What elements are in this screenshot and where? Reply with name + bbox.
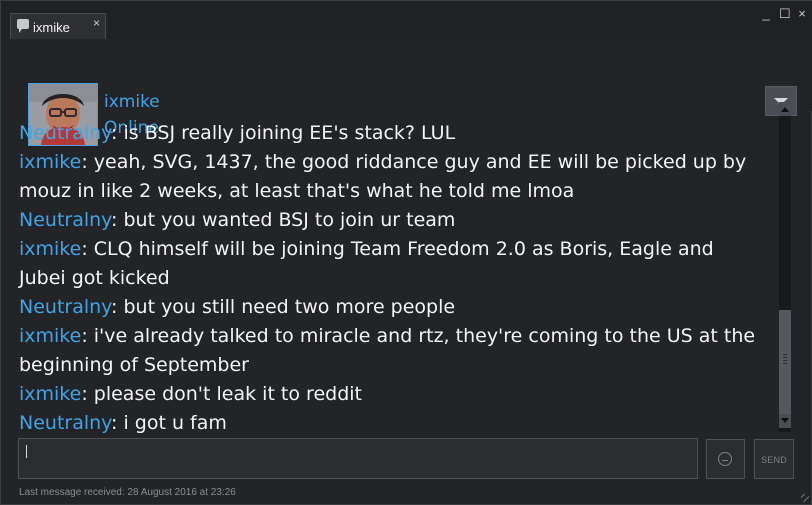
message-text: : CLQ himself will be joining Team Freed… — [19, 238, 714, 289]
chat-window: ixmike × _ ☐ × ixmike Online Neutralny: … — [0, 0, 812, 505]
chat-message: ixmike: i've already talked to miracle a… — [19, 322, 761, 380]
message-text: : but you still need two more people — [111, 296, 456, 318]
message-text: : but you wanted BSJ to join ur team — [111, 209, 456, 231]
friend-header: ixmike Online — [1, 39, 812, 146]
send-button[interactable]: SEND — [754, 439, 794, 479]
scroll-down-icon[interactable] — [779, 414, 791, 428]
message-text: : is BSJ really joining EE's stack? LUL — [111, 122, 456, 144]
emoji-button[interactable] — [706, 439, 745, 479]
text-caret — [26, 445, 27, 458]
resize-grip-icon[interactable] — [801, 494, 809, 502]
window-controls: _ ☐ × — [761, 6, 807, 22]
message-sender: ixmike — [19, 151, 82, 173]
title-bar: ixmike × _ ☐ × — [1, 1, 812, 40]
chat-message: Neutralny: is BSJ really joining EE's st… — [19, 119, 761, 148]
message-text: : yeah, SVG, 1437, the good riddance guy… — [19, 151, 747, 202]
message-text: : please don't leak it to reddit — [81, 383, 362, 405]
message-sender: Neutralny — [19, 412, 112, 434]
message-sender: Neutralny — [19, 296, 112, 318]
chat-message: Neutralny: i got u fam — [19, 409, 761, 437]
chat-tab[interactable]: ixmike × — [10, 13, 106, 40]
message-sender: ixmike — [19, 383, 82, 405]
close-icon[interactable]: × — [93, 16, 100, 30]
message-sender: ixmike — [19, 325, 82, 347]
minimize-icon[interactable]: _ — [761, 6, 771, 22]
close-icon[interactable]: × — [797, 6, 807, 22]
chat-icon — [17, 19, 29, 33]
chat-message: Neutralny: but you still need two more p… — [19, 293, 761, 322]
message-input[interactable] — [18, 438, 698, 479]
friend-name: ixmike — [104, 92, 160, 112]
emoji-icon — [718, 452, 732, 466]
message-sender: Neutralny — [19, 122, 112, 144]
message-text: : i've already talked to miracle and rtz… — [19, 325, 756, 376]
last-message-status: Last message received: 28 August 2016 at… — [19, 487, 236, 498]
grip-icon — [783, 354, 787, 366]
chat-message: ixmike: please don't leak it to reddit — [19, 380, 761, 409]
scroll-up-icon[interactable] — [779, 102, 791, 116]
chat-log: Neutralny: is BSJ really joining EE's st… — [1, 119, 771, 437]
chat-message: ixmike: CLQ himself will be joining Team… — [19, 235, 761, 293]
chat-message: Neutralny: but you wanted BSJ to join ur… — [19, 206, 761, 235]
scrollbar-thumb[interactable] — [779, 310, 791, 414]
tab-title: ixmike — [33, 20, 70, 35]
maximize-icon[interactable]: ☐ — [779, 6, 791, 22]
message-sender: ixmike — [19, 238, 82, 260]
message-text: : i got u fam — [111, 412, 227, 434]
message-sender: Neutralny — [19, 209, 112, 231]
chat-message: ixmike: yeah, SVG, 1437, the good riddan… — [19, 148, 761, 206]
